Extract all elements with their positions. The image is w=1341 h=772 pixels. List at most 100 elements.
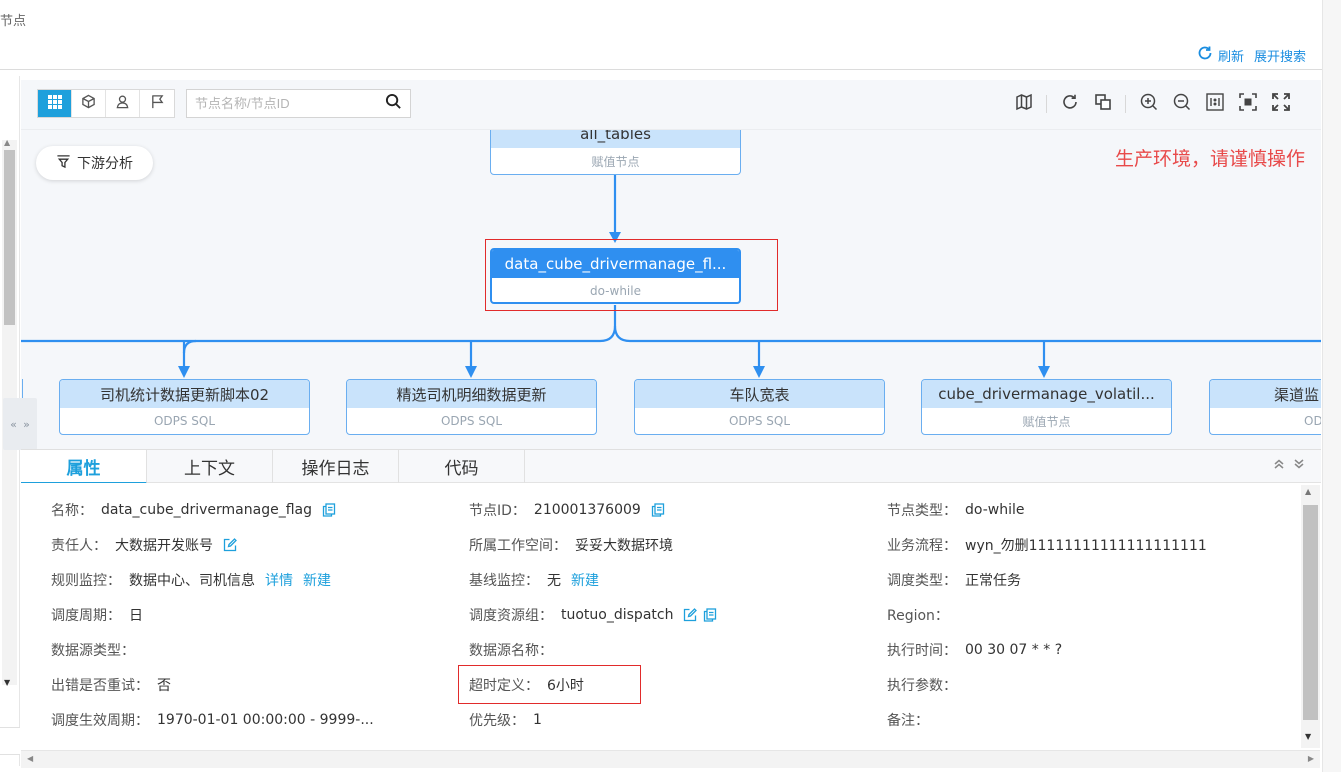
edit-icon[interactable] xyxy=(683,608,698,622)
prop-workspace: 所属工作空间： 妥妥大数据环境 xyxy=(469,535,673,555)
tab-properties[interactable]: 属性 xyxy=(21,450,147,484)
prop-period: 调度周期： 日 xyxy=(51,605,143,625)
node-title: 精选司机明细数据更新 xyxy=(347,380,596,408)
copy-icon[interactable] xyxy=(703,608,717,622)
downstream-analysis-button[interactable]: 下游分析 xyxy=(36,146,153,180)
properties-panel: 名称： data_cube_drivermanage_flag 节点ID： 21… xyxy=(21,483,1301,749)
map-button[interactable] xyxy=(1007,92,1040,116)
prop-label: 名称： xyxy=(51,503,93,519)
rule-detail-link[interactable]: 详情 xyxy=(265,570,293,590)
scroll-up-icon[interactable]: ▲ xyxy=(1305,487,1311,496)
prop-value: 否 xyxy=(157,678,171,694)
view-switch xyxy=(37,89,175,118)
panel-collapse-toggle[interactable]: « » xyxy=(3,398,37,450)
prop-node-type: 节点类型： do-while xyxy=(887,500,1024,520)
prop-name: 名称： data_cube_drivermanage_flag xyxy=(51,500,336,520)
zoom-in-button[interactable] xyxy=(1132,92,1165,116)
chevron-right-icon[interactable]: » xyxy=(23,418,30,431)
copy-icon[interactable] xyxy=(651,503,665,517)
zoom-out-button[interactable] xyxy=(1165,92,1198,116)
node-type: OD xyxy=(1304,414,1321,428)
prop-retry: 出错是否重试： 否 xyxy=(51,675,171,695)
dag-node-child[interactable]: 司机统计数据更新脚本02 ODPS SQL xyxy=(59,379,310,435)
user-icon xyxy=(115,94,130,113)
prop-label: 调度资源组： xyxy=(469,608,553,624)
node-title: 司机统计数据更新脚本02 xyxy=(60,380,309,408)
rule-new-link[interactable]: 新建 xyxy=(303,570,331,590)
panel-tools xyxy=(1273,458,1305,473)
dag-node-child[interactable]: 车队宽表 ODPS SQL xyxy=(634,379,885,435)
search-icon[interactable] xyxy=(385,93,402,114)
prop-exec-params: 执行参数： xyxy=(887,675,965,695)
prop-resource-group: 调度资源组： tuotuo_dispatch xyxy=(469,605,717,625)
scroll-left-icon[interactable]: ◀ xyxy=(27,754,33,763)
tool-separator xyxy=(1046,95,1047,113)
prop-label: 数据源类型： xyxy=(51,643,135,659)
scroll-down-icon[interactable]: ▼ xyxy=(1305,732,1311,741)
fit-screen-button[interactable] xyxy=(1231,92,1264,116)
prop-label: 调度生效周期： xyxy=(51,713,149,729)
view-flag-button[interactable] xyxy=(140,90,174,117)
prop-value: 1 xyxy=(533,712,542,728)
node-title: 渠道监 xyxy=(1210,380,1321,408)
fullscreen-button[interactable] xyxy=(1264,92,1297,116)
refresh-icon xyxy=(1061,93,1079,115)
prop-label: Region： xyxy=(887,608,949,624)
layers-button[interactable] xyxy=(1086,92,1119,116)
node-type: ODPS SQL xyxy=(153,414,216,428)
baseline-new-link[interactable]: 新建 xyxy=(571,570,599,590)
dag-node-child[interactable]: cube_drivermanage_volatil... 赋值节点 xyxy=(921,379,1172,435)
prop-region: Region： xyxy=(887,605,957,625)
graph-tools xyxy=(1007,92,1297,116)
dag-node-child[interactable]: 精选司机明细数据更新 ODPS SQL xyxy=(346,379,597,435)
prop-value: do-while xyxy=(965,502,1025,518)
prop-owner: 责任人： 大数据开发账号 xyxy=(51,535,237,555)
view-grid-button[interactable] xyxy=(38,90,72,117)
edit-icon[interactable] xyxy=(223,538,237,552)
one-to-one-icon xyxy=(1205,93,1224,115)
prop-exec-time: 执行时间： 00 30 07 * * ? xyxy=(887,640,1062,660)
scroll-right-icon[interactable]: ▶ xyxy=(1308,754,1314,763)
env-warning: 生产环境，请谨慎操作 xyxy=(1114,148,1305,170)
prop-label: 数据源名称： xyxy=(469,643,553,659)
layers-icon xyxy=(1094,93,1112,115)
prop-value: 无 xyxy=(547,573,561,589)
tab-code[interactable]: 代码 xyxy=(399,450,525,483)
prop-value: tuotuo_dispatch xyxy=(561,607,674,623)
prop-label: 业务流程： xyxy=(887,538,957,554)
prop-value: 大数据开发账号 xyxy=(115,538,213,554)
highlight-box xyxy=(485,239,778,311)
view-user-button[interactable] xyxy=(106,90,140,117)
prop-datasource-name: 数据源名称： xyxy=(469,640,561,660)
tab-operation-log[interactable]: 操作日志 xyxy=(273,450,399,483)
chevron-double-down-icon[interactable] xyxy=(1293,458,1305,473)
prop-label: 节点ID： xyxy=(469,503,526,519)
chevron-left-icon[interactable]: « xyxy=(10,418,17,431)
prop-label: 规则监控： xyxy=(51,573,121,589)
dag-node-child[interactable]: 渠道监 OD xyxy=(1209,379,1321,435)
prop-datasource-type: 数据源类型： xyxy=(51,640,143,660)
prop-schedule-type: 调度类型： 正常任务 xyxy=(887,570,1021,590)
map-icon xyxy=(1015,93,1033,115)
prop-value: 1970-01-01 00:00:00 - 9999-... xyxy=(157,712,374,728)
cube-icon xyxy=(81,94,96,113)
horizontal-scrollbar[interactable]: ◀ ▶ xyxy=(21,750,1320,768)
prop-value: 日 xyxy=(129,608,143,624)
search-input[interactable] xyxy=(195,96,385,111)
refresh-graph-button[interactable] xyxy=(1053,92,1086,116)
properties-scrollbar-thumb[interactable] xyxy=(1303,505,1318,720)
prop-value: 正常任务 xyxy=(965,573,1021,589)
actual-size-button[interactable] xyxy=(1198,92,1231,116)
view-cube-button[interactable] xyxy=(72,90,106,117)
highlight-box xyxy=(458,665,641,704)
prop-label: 备注： xyxy=(887,713,929,729)
node-search xyxy=(186,89,411,118)
tab-context[interactable]: 上下文 xyxy=(147,450,273,483)
copy-icon[interactable] xyxy=(322,503,336,517)
prop-value: wyn_勿删11111111111111111111 xyxy=(965,538,1207,554)
node-type: 赋值节点 xyxy=(591,154,640,169)
prop-node-id: 节点ID： 210001376009 xyxy=(469,500,665,520)
zoom-out-icon xyxy=(1173,93,1191,115)
prop-value: 00 30 07 * * ? xyxy=(965,642,1063,658)
chevron-double-up-icon[interactable] xyxy=(1273,458,1285,473)
